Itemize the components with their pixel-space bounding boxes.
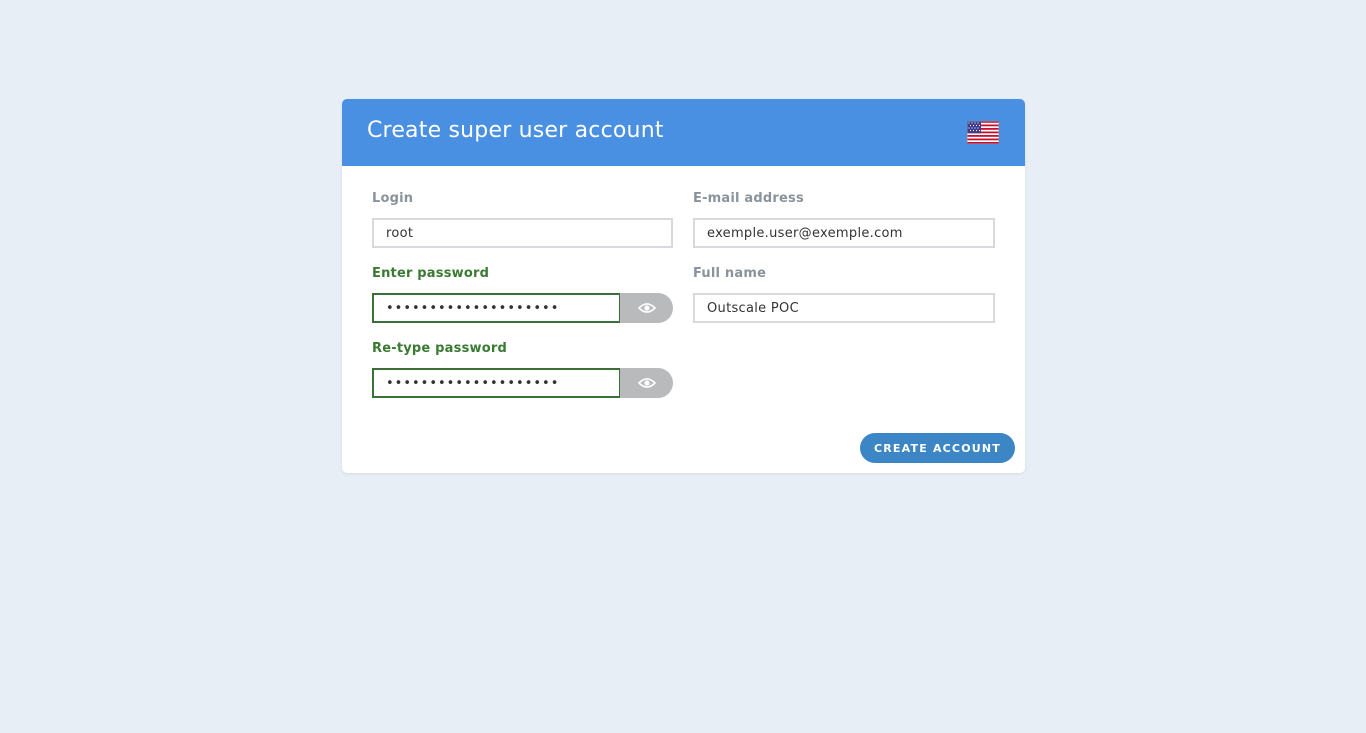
login-label: Login bbox=[372, 191, 414, 206]
full-name-input[interactable] bbox=[693, 293, 995, 323]
eye-icon bbox=[637, 303, 656, 313]
create-account-button[interactable]: CREATE ACCOUNT bbox=[860, 433, 1015, 463]
login-input[interactable] bbox=[372, 218, 673, 248]
full-name-label: Full name bbox=[693, 266, 767, 281]
password-label: Enter password bbox=[372, 266, 490, 281]
retype-password-label: Re-type password bbox=[372, 341, 507, 356]
retype-password-input[interactable] bbox=[372, 368, 621, 398]
password-input[interactable] bbox=[372, 293, 621, 323]
email-input[interactable] bbox=[693, 218, 995, 248]
show-password-button[interactable] bbox=[620, 293, 673, 323]
eye-icon bbox=[637, 378, 656, 388]
email-label: E-mail address bbox=[693, 191, 804, 206]
show-retype-password-button[interactable] bbox=[620, 368, 673, 398]
card-header: Create super user account bbox=[342, 99, 1025, 166]
us-flag-icon[interactable] bbox=[967, 121, 999, 144]
page-title: Create super user account bbox=[367, 118, 664, 143]
create-account-card: Create super user account Login E-mail a… bbox=[342, 99, 1025, 473]
